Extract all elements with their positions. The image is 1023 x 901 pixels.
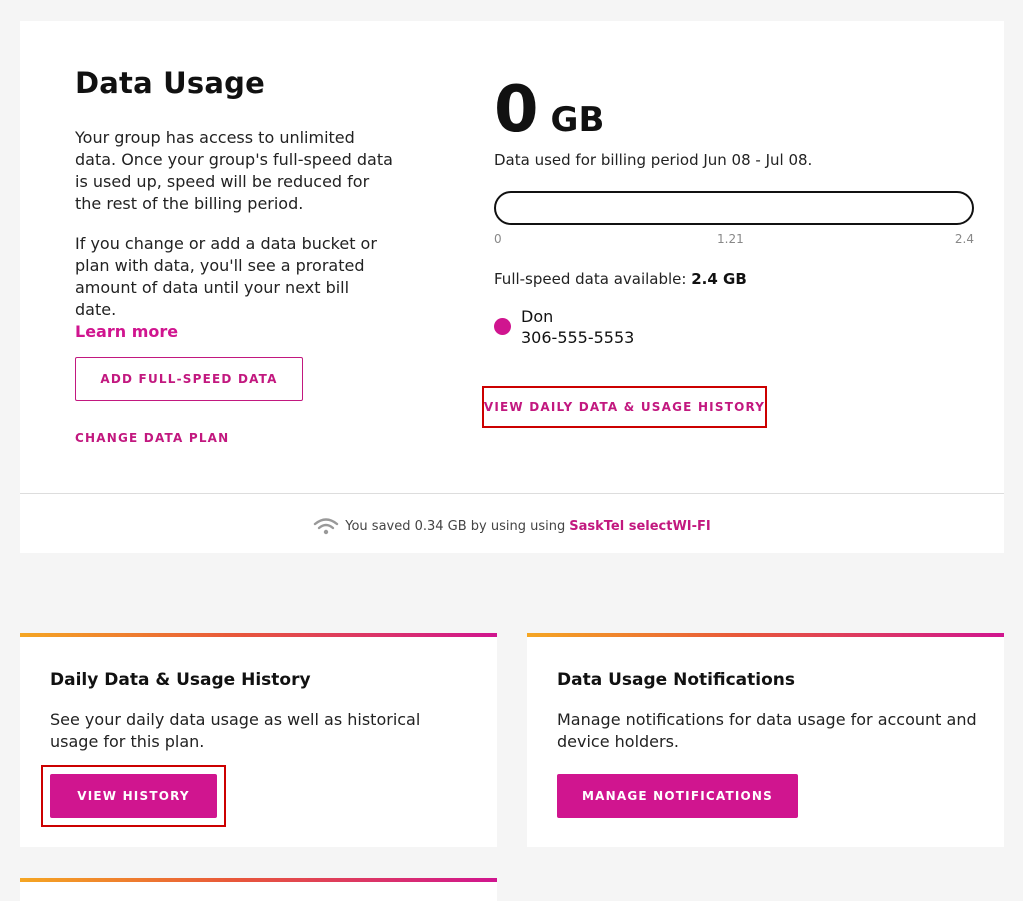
- divider: [20, 493, 1004, 494]
- card-title: Daily Data & Usage History: [50, 670, 311, 690]
- change-data-plan-link[interactable]: CHANGE DATA PLAN: [75, 431, 229, 445]
- tick-label-min: 0: [494, 232, 502, 246]
- full-speed-value: 2.4 GB: [691, 270, 747, 288]
- card-accent-bar: [20, 633, 497, 637]
- history-link-highlight: VIEW DAILY DATA & USAGE HISTORY: [482, 386, 767, 428]
- prorated-text: If you change or add a data bucket or pl…: [75, 234, 377, 319]
- unlimited-description: Your group has access to unlimited data.…: [75, 128, 393, 213]
- tick-label-max: 2.4: [954, 232, 974, 246]
- view-history-button[interactable]: VIEW HISTORY: [50, 774, 217, 818]
- prorated-description: If you change or add a data bucket or pl…: [75, 233, 395, 343]
- selectwifi-link[interactable]: SaskTel selectWI-FI: [569, 519, 711, 534]
- member-info: Don 306-555-5553: [521, 306, 634, 348]
- page-title: Data Usage: [75, 66, 265, 100]
- learn-more-link[interactable]: Learn more: [75, 321, 395, 343]
- full-speed-available: Full-speed data available: 2.4 GB: [494, 270, 974, 288]
- wifi-savings: You saved 0.34 GB by using using SaskTel…: [20, 515, 1004, 537]
- manage-notifications-button[interactable]: MANAGE NOTIFICATIONS: [557, 774, 798, 818]
- usage-bar-ticks: 0 1.21 2.4: [494, 232, 974, 248]
- wifi-icon: [314, 518, 339, 535]
- data-usage-card: Data Usage Your group has access to unli…: [20, 21, 1004, 553]
- data-used-unit: GB: [550, 100, 605, 140]
- member-name: Don: [521, 307, 554, 326]
- wifi-savings-text: You saved 0.34 GB by using using: [345, 518, 566, 534]
- usage-summary: 0 GB Data used for billing period Jun 08…: [494, 75, 974, 348]
- card-description: See your daily data usage as well as his…: [50, 710, 421, 751]
- full-speed-label: Full-speed data available:: [494, 270, 687, 288]
- card-description: Manage notifications for data usage for …: [557, 710, 977, 751]
- partial-card: [20, 878, 497, 901]
- member-color-dot: [494, 318, 511, 335]
- usage-progress-bar: [494, 191, 974, 225]
- add-full-speed-data-button[interactable]: ADD FULL-SPEED DATA: [75, 357, 303, 401]
- card-accent-bar: [527, 633, 1004, 637]
- billing-period-text: Data used for billing period Jun 08 - Ju…: [494, 151, 813, 169]
- member-phone: 306-555-5553: [521, 328, 635, 347]
- card-title: Data Usage Notifications: [557, 670, 795, 690]
- card-accent-bar: [20, 878, 497, 882]
- usage-notifications-card: Data Usage Notifications Manage notifica…: [527, 633, 1004, 847]
- member-entry: Don 306-555-5553: [494, 306, 974, 348]
- data-used-value: 0: [494, 73, 539, 147]
- daily-history-card: Daily Data & Usage History See your dail…: [20, 633, 497, 847]
- view-daily-usage-history-link[interactable]: VIEW DAILY DATA & USAGE HISTORY: [484, 400, 765, 414]
- tick-label-mid: 1.21: [717, 232, 744, 246]
- data-used-amount: 0 GB: [494, 75, 974, 145]
- data-usage-info: Data Usage Your group has access to unli…: [75, 65, 395, 343]
